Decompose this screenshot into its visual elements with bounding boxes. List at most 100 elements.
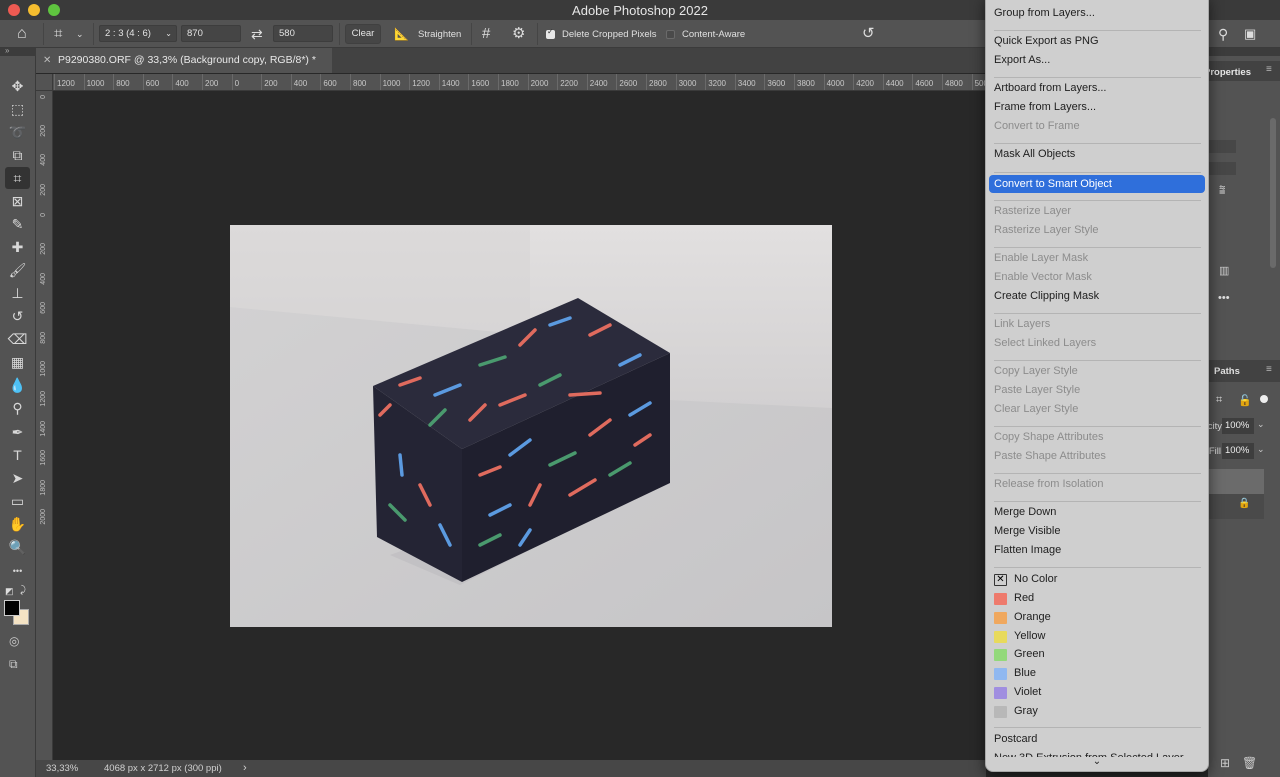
type-tool[interactable]: T — [5, 444, 30, 466]
rectangle-tool[interactable]: ▭ — [5, 490, 30, 512]
gradient-tool[interactable]: ▦ — [5, 351, 30, 373]
grid-overlay-icon[interactable]: # — [482, 20, 490, 48]
align-icon[interactable]: ⩰ — [1219, 184, 1225, 197]
layer-row-selected[interactable] — [1208, 469, 1264, 494]
swap-arrows-icon[interactable]: ⇄ — [251, 20, 263, 48]
ruler-tick-label: 600 — [320, 74, 337, 90]
tab-paths[interactable]: Paths — [1214, 366, 1240, 377]
crop-tool[interactable]: ⌗ — [5, 167, 30, 189]
ratio-preset-select[interactable]: 2 : 3 (4 : 6) ⌄ — [99, 25, 177, 42]
more-tools[interactable]: ••• — [5, 560, 30, 582]
eraser-tool[interactable]: ⌫ — [5, 328, 30, 350]
clear-button[interactable]: Clear — [345, 24, 381, 44]
property-field[interactable] — [1208, 162, 1236, 175]
brush-tool[interactable]: 🖌 — [5, 259, 30, 281]
menu-item-color-yellow[interactable]: Yellow — [986, 630, 1206, 648]
menu-item-mask-all-objects[interactable]: Mask All Objects — [994, 148, 1075, 160]
horizontal-ruler[interactable]: 1200 1000 800 600 400 200 0 200 400 600 800 1000 120… — [53, 74, 986, 91]
menu-item-group-from-layers[interactable]: Group from Layers... — [994, 7, 1095, 19]
canvas-area[interactable] — [53, 91, 986, 760]
opacity-input[interactable]: 100% — [1222, 418, 1254, 434]
menu-item-color-green[interactable]: Green — [986, 648, 1206, 666]
panel-menu-icon[interactable]: ≡ — [1266, 64, 1272, 75]
marquee-tool[interactable]: ⬚ — [5, 98, 30, 120]
menu-separator — [994, 30, 1201, 32]
clone-stamp-tool[interactable]: ⊥ — [5, 282, 30, 304]
zoom-level[interactable]: 33,33% — [46, 760, 78, 777]
frame-tool[interactable]: ⊠ — [5, 190, 30, 212]
crop-width-input[interactable]: 870 — [181, 25, 241, 42]
menu-item-color-violet[interactable]: Violet — [986, 686, 1206, 704]
healing-brush-tool[interactable]: ✚ — [5, 236, 30, 258]
quick-mask-icon[interactable]: ◎ — [9, 634, 19, 648]
straighten-button[interactable]: Straighten — [418, 29, 461, 40]
undo-rotate-icon[interactable]: ↺ — [862, 20, 875, 48]
gear-icon[interactable]: ⚙ — [512, 20, 525, 48]
document-tab[interactable]: ✕ P9290380.ORF @ 33,3% (Background copy,… — [36, 48, 332, 73]
panel-menu-icon[interactable]: ≡ — [1266, 364, 1272, 375]
move-tool[interactable]: ✥ — [5, 75, 30, 97]
toggle-icon[interactable] — [1260, 395, 1268, 403]
menu-item-color-no-color[interactable]: ✕ No Color — [986, 573, 1206, 591]
fill-input[interactable]: 100% — [1222, 443, 1254, 459]
new-layer-icon[interactable]: ⊞ — [1220, 756, 1230, 770]
chevron-down-icon[interactable]: ⌄ — [986, 757, 1208, 771]
menu-item-merge-visible[interactable]: Merge Visible — [994, 525, 1060, 537]
menu-item-color-gray[interactable]: Gray — [986, 705, 1206, 723]
expand-panels-icon[interactable]: » — [5, 46, 9, 55]
menu-item-color-orange[interactable]: Orange — [986, 611, 1206, 629]
chevron-down-icon[interactable]: ⌄ — [76, 20, 84, 48]
path-selection-tool[interactable]: ➤ — [5, 467, 30, 489]
straighten-icon[interactable]: 📐 — [394, 20, 409, 48]
status-menu-arrow[interactable]: › — [243, 760, 247, 777]
dodge-tool[interactable]: ⚲ — [5, 397, 30, 419]
more-options-icon[interactable]: ••• — [1218, 292, 1230, 304]
lock-icon[interactable]: 🔓 — [1238, 394, 1252, 407]
menu-item-postcard[interactable]: Postcard — [994, 733, 1037, 745]
workspace-icon[interactable]: ▣ — [1244, 20, 1256, 48]
screen-mode-icon[interactable]: ⧉ — [9, 657, 18, 672]
scrollbar[interactable] — [1270, 118, 1276, 268]
layer-row[interactable]: 🔒 — [1208, 494, 1264, 519]
lasso-tool[interactable]: ➰ — [5, 121, 30, 143]
pen-tool[interactable]: ✒ — [5, 421, 30, 443]
ruler-tick-label: 1400 — [40, 420, 47, 437]
foreground-color-swatch[interactable] — [4, 600, 20, 616]
menu-item-artboard-from-layers[interactable]: Artboard from Layers... — [994, 82, 1107, 94]
content-aware-checkbox[interactable] — [666, 30, 675, 39]
delete-cropped-pixels-checkbox[interactable]: ✓ — [546, 27, 555, 39]
menu-item-merge-down[interactable]: Merge Down — [994, 506, 1056, 518]
trash-icon[interactable]: 🗑 — [1242, 756, 1257, 770]
chevron-down-icon[interactable]: ⌄ — [1257, 444, 1265, 455]
swap-colors-icon[interactable]: ⤸ — [20, 585, 26, 596]
zoom-tool[interactable]: 🔍 — [5, 536, 30, 558]
menu-item-export-as[interactable]: Export As... — [994, 54, 1050, 66]
close-tab-icon[interactable]: ✕ — [43, 48, 51, 73]
eyedropper-tool[interactable]: ✎ — [5, 213, 30, 235]
menu-item-flatten-image[interactable]: Flatten Image — [994, 544, 1061, 556]
menu-item-color-red[interactable]: Red — [986, 592, 1206, 610]
histogram-icon[interactable]: ▥ — [1219, 264, 1229, 277]
menu-item-color-blue[interactable]: Blue — [986, 667, 1206, 685]
menu-item-create-clipping-mask[interactable]: Create Clipping Mask — [994, 290, 1099, 302]
vertical-ruler[interactable]: 0 200 400 200 0 200 400 600 800 1000 1200 1400 1600 1… — [36, 91, 53, 760]
menu-separator — [994, 360, 1201, 361]
blur-tool[interactable]: 💧 — [5, 374, 30, 396]
transform-icon[interactable]: ⌗ — [1216, 394, 1222, 407]
menu-item-frame-from-layers[interactable]: Frame from Layers... — [994, 101, 1096, 113]
crop-icon[interactable]: ⌗ — [54, 20, 62, 48]
menu-item-convert-to-smart-object[interactable]: Convert to Smart Object — [989, 174, 1205, 193]
hand-tool[interactable]: ✋ — [5, 513, 30, 535]
object-selection-tool[interactable]: ⧉ — [5, 144, 30, 166]
search-icon[interactable]: ⚲ — [1218, 20, 1228, 48]
crop-height-input[interactable]: 580 — [273, 25, 333, 42]
ruler-origin[interactable] — [36, 74, 53, 91]
default-colors-icon[interactable]: ◩ — [5, 586, 14, 597]
chevron-down-icon[interactable]: ⌄ — [1257, 419, 1265, 430]
history-brush-tool[interactable]: ↺ — [5, 305, 30, 327]
tab-properties[interactable]: Properties — [1205, 67, 1251, 78]
document-image[interactable] — [230, 225, 832, 627]
property-field[interactable] — [1208, 140, 1236, 153]
home-icon[interactable]: ⌂ — [17, 20, 27, 48]
menu-item-quick-export-as-png[interactable]: Quick Export as PNG — [994, 35, 1099, 47]
